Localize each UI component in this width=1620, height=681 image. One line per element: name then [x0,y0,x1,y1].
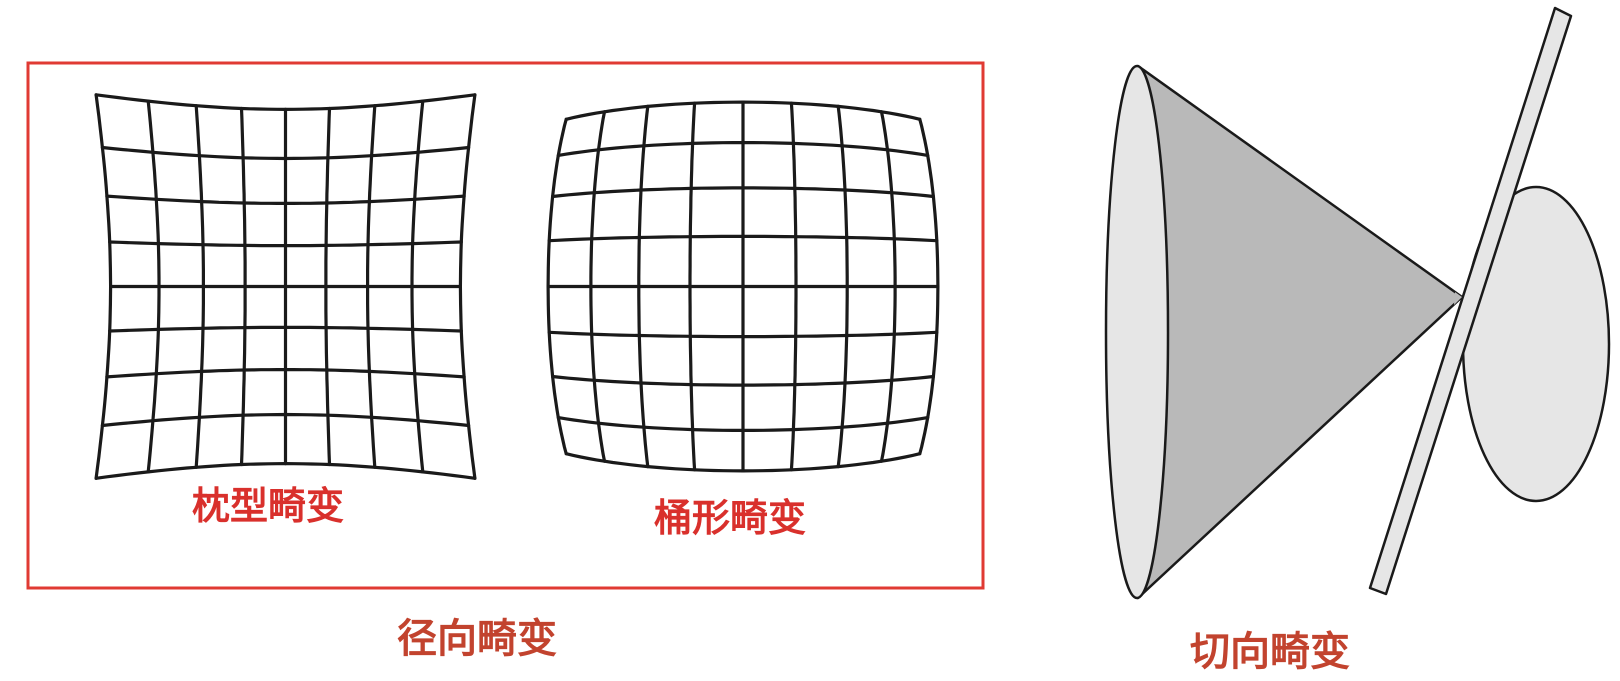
pincushion-grid [94,93,477,480]
lens-cone [1136,64,1464,600]
tangential-distortion-caption: 切向畸变 [1190,629,1350,675]
grid-horizontal-line [94,93,477,111]
radial-distortion-caption: 径向畸变 [397,616,557,662]
pincushion-label: 枕型畸变 [192,484,344,528]
distortion-diagram: 枕型畸变 桶形畸变 径向畸变 切向畸变 [26,6,1611,675]
barrel-grid [546,100,940,473]
radial-distortion-frame [26,61,985,590]
lens-ellipse [1104,64,1170,600]
grid-vertical-line [458,93,477,480]
tangential-distortion-illustration [1104,6,1611,600]
barrel-label: 桶形畸变 [654,496,806,540]
grid-vertical-line [94,93,113,480]
grid-horizontal-line [94,462,477,480]
